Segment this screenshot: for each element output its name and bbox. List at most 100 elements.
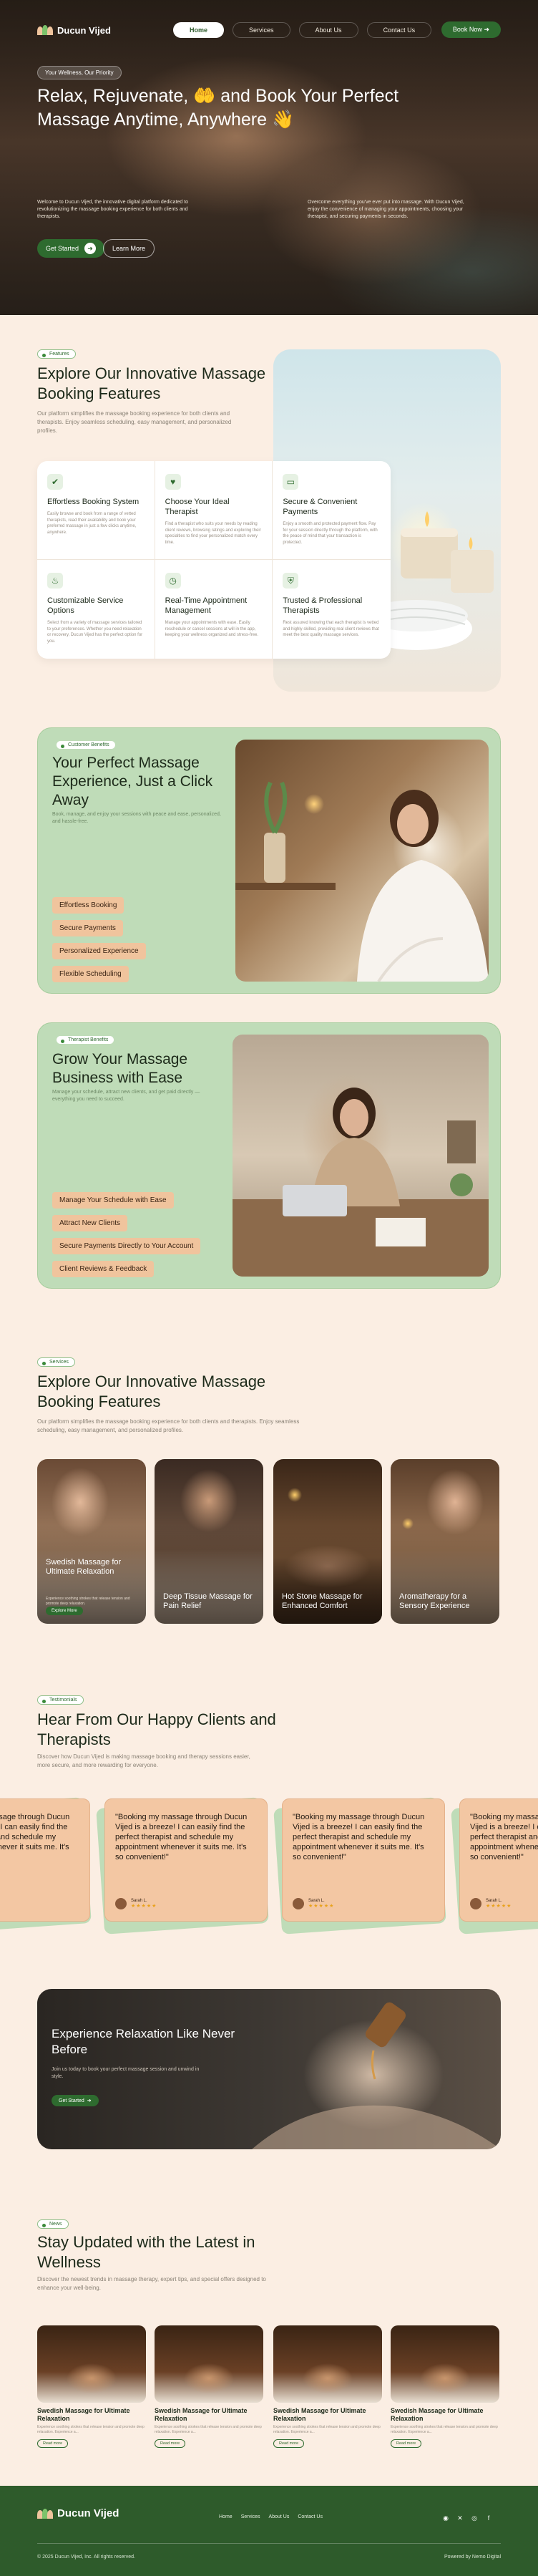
service-title: Deep Tissue Massage for Pain Relief [163, 1592, 253, 1610]
blog-card[interactable]: Swedish Massage for Ultimate Relaxation … [37, 2325, 146, 2448]
blog-card[interactable]: Swedish Massage for Ultimate Relaxation … [155, 2325, 263, 2448]
news-pill: News [37, 2219, 69, 2229]
customer-benefits-panel: Customer Benefits Your Perfect Massage E… [37, 727, 501, 994]
check-calendar-icon: ✔ [47, 474, 63, 490]
feature-description: Find a therapist who suits your needs by… [165, 522, 261, 545]
feature-card: ▭ Secure & Convenient Payments Enjoy a s… [273, 461, 391, 560]
footer-link-services[interactable]: Services [241, 2514, 260, 2519]
service-card[interactable]: Deep Tissue Massage for Pain Relief [155, 1459, 263, 1624]
customer-benefits-title: Your Perfect Massage Experience, Just a … [52, 755, 213, 808]
feature-card: ♨ Customizable Service Options Select fr… [37, 560, 155, 659]
cta-button-label: Get Started [59, 2098, 84, 2103]
features-pill: Features [37, 349, 76, 359]
hero-description-left: Welcome to Ducun Vijed, the innovative d… [37, 200, 189, 219]
read-more-button[interactable]: Read more [155, 2439, 186, 2448]
blog-excerpt: Experience soothing strokes that release… [391, 2425, 498, 2434]
benefit-tag: Personalized Experience [52, 943, 146, 959]
services-description: Our platform simplifies the massage book… [37, 1418, 300, 1433]
nav-link-home[interactable]: Home [173, 22, 225, 38]
news-title: Stay Updated with the Latest in Wellness [37, 2233, 255, 2271]
explore-more-button[interactable]: Explore More [46, 1607, 83, 1615]
testimonial-quote: "Booking my massage through Ducun Vijed … [115, 1813, 248, 1861]
service-title: Swedish Massage for Ultimate Relaxation [46, 1558, 122, 1576]
leaf-logo-icon [37, 25, 53, 35]
testimonial-author: Sarah L. ★★★★★ [470, 1898, 512, 1909]
news-description: Discover the newest trends in massage th… [37, 2276, 266, 2291]
testimonial-quote: "Booking my massage through Ducun Vijed … [0, 1813, 70, 1851]
blog-image [391, 2325, 499, 2403]
blog-card[interactable]: Swedish Massage for Ultimate Relaxation … [273, 2325, 382, 2448]
nav-link-services[interactable]: Services [233, 22, 290, 38]
read-more-button[interactable]: Read more [273, 2439, 305, 2448]
footer-link-home[interactable]: Home [219, 2514, 233, 2519]
landing-page: Ducun Vijed Home Services About Us Conta… [0, 0, 538, 2576]
github-icon[interactable]: ◉ [441, 2513, 451, 2523]
feature-title: Trusted & Professional Therapists [283, 596, 363, 615]
service-description: Experience soothing strokes that release… [46, 1597, 130, 1606]
massage-oil-icon: ♨ [47, 573, 63, 589]
nav-link-contact[interactable]: Contact Us [366, 22, 432, 38]
blog-card[interactable]: Swedish Massage for Ultimate Relaxation … [391, 2325, 499, 2448]
cta-description: Join us today to book your perfect massa… [52, 2067, 200, 2079]
read-more-button[interactable]: Read more [391, 2439, 422, 2448]
nav-link-about[interactable]: About Us [298, 22, 358, 38]
testimonials-title: Hear From Our Happy Clients and Therapis… [37, 1710, 276, 1748]
testimonial-card-front: "Booking my massage through Ducun Vijed … [0, 1798, 90, 1922]
learn-more-button[interactable]: Learn More [103, 239, 155, 258]
service-title: Hot Stone Massage for Enhanced Comfort [282, 1592, 363, 1610]
relaxing-client-illustration [235, 781, 489, 982]
customer-benefits-pill: Customer Benefits [57, 741, 115, 749]
logo: Ducun Vijed [37, 2507, 119, 2519]
facebook-icon[interactable]: f [484, 2513, 494, 2523]
service-card[interactable]: Aromatherapy for a Sensory Experience [391, 1459, 499, 1624]
x-icon[interactable]: ✕ [455, 2513, 465, 2523]
cta-get-started-button[interactable]: Get Started ➜ [52, 2095, 99, 2106]
blog-title: Swedish Massage for Ultimate Relaxation [391, 2407, 484, 2422]
blog-image [155, 2325, 263, 2403]
nav-links: Home Services About Us Contact Us [173, 22, 432, 38]
avatar [115, 1898, 127, 1909]
service-card[interactable]: Swedish Massage for Ultimate Relaxation … [37, 1459, 146, 1624]
feature-title: Choose Your Ideal Therapist [165, 498, 230, 516]
feature-title: Customizable Service Options [47, 596, 124, 615]
user-heart-icon: ♥ [165, 474, 181, 490]
customer-benefits-description: Book, manage, and enjoy your sessions wi… [52, 812, 221, 824]
service-card[interactable]: Hot Stone Massage for Enhanced Comfort [273, 1459, 382, 1624]
brand-name: Ducun Vijed [57, 2507, 119, 2519]
features-title: Explore Our Innovative Massage Booking F… [37, 364, 266, 402]
services-pill: Services [37, 1357, 75, 1367]
therapist-benefits-description: Manage your schedule, attract new client… [52, 1090, 200, 1102]
footer-logo[interactable]: Ducun Vijed [37, 2507, 119, 2519]
benefit-tag: Effortless Booking [52, 897, 124, 914]
feature-title: Secure & Convenient Payments [283, 498, 358, 516]
copyright-text: © 2025 Ducun Vijed, Inc. All rights rese… [37, 2555, 135, 2560]
testimonial-author: Sarah L. ★★★★★ [293, 1898, 334, 1909]
testimonials-pill: Testimonials [37, 1695, 84, 1705]
service-title: Aromatherapy for a Sensory Experience [399, 1592, 470, 1610]
get-started-label: Get Started [46, 245, 79, 252]
footer-link-about[interactable]: About Us [269, 2514, 290, 2519]
blog-title: Swedish Massage for Ultimate Relaxation [37, 2407, 130, 2422]
footer-link-contact[interactable]: Contact Us [298, 2514, 323, 2519]
feature-card: ⛨ Trusted & Professional Therapists Rest… [273, 560, 391, 659]
instagram-icon[interactable]: ◎ [469, 2513, 479, 2523]
features-grid: ✔ Effortless Booking System Easily brows… [37, 461, 391, 659]
therapist-benefits-panel: Therapist Benefits Grow Your Massage Bus… [37, 1022, 501, 1289]
blog-excerpt: Experience soothing strokes that release… [155, 2425, 262, 2434]
brand-name: Ducun Vijed [57, 24, 111, 36]
logo[interactable]: Ducun Vijed [37, 25, 111, 36]
avatar [470, 1898, 481, 1909]
testimonial-card: "Booking my massage through Ducun Vijed … [273, 1797, 448, 1935]
get-started-button[interactable]: Get Started ➜ [37, 239, 105, 258]
therapist-benefits-title: Grow Your Massage Business with Ease [52, 1051, 188, 1086]
read-more-button[interactable]: Read more [37, 2439, 69, 2448]
star-rating: ★★★★★ [131, 1904, 157, 1909]
testimonial-card-front: "Booking my massage through Ducun Vijed … [282, 1798, 445, 1922]
testimonial-quote: "Booking my massage through Ducun Vijed … [470, 1813, 538, 1861]
therapist-working-photo [233, 1035, 489, 1277]
cta-title: Experience Relaxation Like Never Before [52, 2027, 235, 2056]
book-now-button[interactable]: Book Now ➜ [441, 21, 501, 38]
footer-links: Home Services About Us Contact Us [219, 2514, 323, 2519]
hero-title: Relax, Rejuvenate, 🤲 and Book Your Perfe… [37, 86, 399, 130]
benefit-tag: Attract New Clients [52, 1215, 128, 1231]
